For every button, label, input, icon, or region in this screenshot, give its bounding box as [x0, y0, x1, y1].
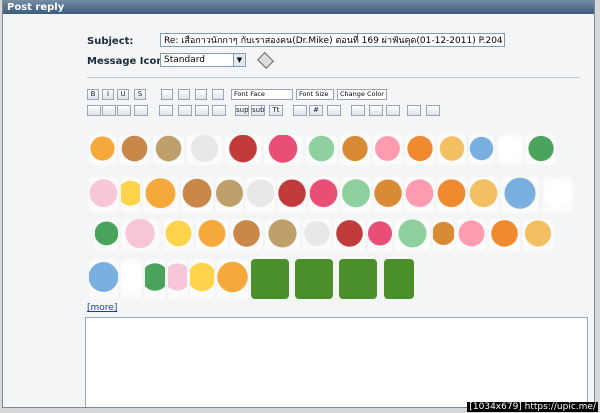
smiley-icon[interactable] — [168, 259, 187, 299]
smiley-icon[interactable] — [217, 259, 248, 299]
toolbar-button-r2-8[interactable]: sup — [235, 105, 249, 116]
smiley-icon[interactable] — [469, 135, 494, 165]
toolbar-button-r1-1[interactable]: I — [102, 89, 114, 100]
smiley-icon[interactable] — [196, 219, 228, 251]
smiley-icon[interactable] — [143, 177, 178, 213]
smiley-icon[interactable] — [181, 177, 213, 213]
post-reply-panel: Post reply Subject: Re: เสือกาวนักกาๆ กั… — [2, 0, 595, 408]
smiley-icon[interactable] — [368, 219, 392, 251]
smiley-icon[interactable] — [231, 219, 262, 251]
smiley-icon[interactable] — [95, 219, 118, 251]
smiley-icon[interactable] — [437, 177, 466, 213]
smiley-icon[interactable] — [89, 177, 118, 213]
smiley-icon[interactable] — [523, 219, 553, 251]
toolbar-button-r2-10[interactable]: Tt — [269, 105, 283, 116]
smiley-icon[interactable] — [119, 135, 150, 165]
toolbar-button-r2-13[interactable] — [327, 105, 341, 116]
smiley-icon[interactable] — [295, 259, 333, 299]
toolbar-button-r2-6[interactable] — [195, 105, 209, 116]
smiley-icon[interactable] — [526, 135, 556, 165]
smiley-icon[interactable] — [303, 219, 331, 251]
smiley-icon[interactable] — [339, 259, 377, 299]
toolbar-button-r1-0[interactable]: B — [87, 89, 99, 100]
toolbar-button-r2-18[interactable] — [426, 105, 440, 116]
message-icon-preview-icon — [257, 52, 274, 69]
smiley-icon[interactable] — [373, 135, 402, 165]
smiley-icon[interactable] — [543, 177, 573, 213]
smiley-icon[interactable] — [187, 135, 222, 165]
watermark: [1034x679] https://upic.me/ — [467, 402, 598, 412]
smiley-icon[interactable] — [374, 177, 402, 213]
message-icon-value: Standard — [164, 55, 205, 65]
toolbar-button-r1-7[interactable] — [212, 89, 224, 100]
smiley-icon[interactable] — [225, 135, 261, 165]
smiley-icon[interactable] — [405, 177, 434, 213]
smiley-icon[interactable] — [251, 259, 289, 299]
smiley-icon[interactable] — [121, 219, 159, 251]
more-smilies-link[interactable]: [more] — [87, 303, 117, 313]
divider — [87, 77, 580, 78]
smiley-icon[interactable] — [405, 135, 435, 165]
toolbar-button-r2-14[interactable] — [351, 105, 365, 116]
toolbar-button-r2-17[interactable] — [407, 105, 421, 116]
smiley-icon[interactable] — [164, 219, 193, 251]
smiley-icon[interactable] — [306, 135, 337, 165]
chevron-down-icon: ▼ — [233, 54, 245, 66]
smiley-icon[interactable] — [341, 177, 371, 213]
toolbar-button-r1-5[interactable] — [178, 89, 190, 100]
smiley-icon[interactable] — [457, 219, 486, 251]
smiley-icon[interactable] — [469, 177, 498, 213]
toolbar-button-r2-0[interactable] — [87, 105, 101, 116]
smiley-icon[interactable] — [489, 219, 520, 251]
smiley-icon[interactable] — [309, 177, 338, 213]
smiley-icon[interactable] — [89, 135, 116, 165]
smiley-icon[interactable] — [433, 219, 454, 251]
message-textarea[interactable] — [85, 317, 588, 407]
toolbar-button-r2-2[interactable] — [117, 105, 131, 116]
toolbar-button-r2-12[interactable]: # — [309, 105, 323, 116]
smiley-icon[interactable] — [501, 177, 539, 213]
subject-input[interactable]: Re: เสือกาวนักกาๆ กับเราสองคน(Dr.Mike) ต… — [160, 33, 505, 47]
toolbar-button-r2-4[interactable] — [159, 105, 173, 116]
smiley-icon[interactable] — [121, 177, 140, 213]
panel-title: Post reply — [3, 1, 594, 14]
smiley-icon[interactable] — [145, 259, 165, 299]
smiley-icon[interactable] — [121, 259, 142, 299]
smiley-icon[interactable] — [190, 259, 214, 299]
toolbar-button-r1-2[interactable]: U — [117, 89, 129, 100]
subject-label: Subject: — [87, 36, 134, 47]
smiley-icon[interactable] — [246, 177, 275, 213]
message-icon-select[interactable]: Standard ▼ — [160, 53, 246, 67]
smiley-icon[interactable] — [334, 219, 365, 251]
change-color-select[interactable]: Change Color — [337, 89, 387, 100]
toolbar-button-r2-7[interactable] — [212, 105, 226, 116]
smiley-icon[interactable] — [264, 135, 302, 165]
smiley-icon[interactable] — [384, 259, 414, 299]
font-size-select[interactable]: Font Size — [296, 89, 334, 100]
smiley-icon[interactable] — [395, 219, 430, 251]
toolbar-button-r1-6[interactable] — [195, 89, 207, 100]
toolbar-button-r2-5[interactable] — [178, 105, 192, 116]
smiley-icon[interactable] — [265, 219, 300, 251]
toolbar-button-r2-1[interactable] — [102, 105, 116, 116]
toolbar-button-r2-9[interactable]: sub — [251, 105, 265, 116]
toolbar-button-r2-16[interactable] — [386, 105, 400, 116]
smiley-icon[interactable] — [216, 177, 243, 213]
toolbar-button-r2-11[interactable] — [293, 105, 307, 116]
toolbar-button-r1-3[interactable]: S — [134, 89, 146, 100]
toolbar-button-r1-4[interactable] — [161, 89, 173, 100]
message-icon-label: Message Icon: — [87, 56, 168, 67]
toolbar-button-r2-3[interactable] — [134, 105, 148, 116]
smiley-icon[interactable] — [89, 259, 118, 299]
font-face-select[interactable]: Font Face — [231, 89, 293, 100]
smiley-icon[interactable] — [340, 135, 370, 165]
toolbar-button-r2-15[interactable] — [369, 105, 383, 116]
smiley-icon[interactable] — [497, 135, 523, 165]
smiley-icon[interactable] — [438, 135, 466, 165]
smiley-icon[interactable] — [153, 135, 184, 165]
smiley-icon[interactable] — [278, 177, 306, 213]
